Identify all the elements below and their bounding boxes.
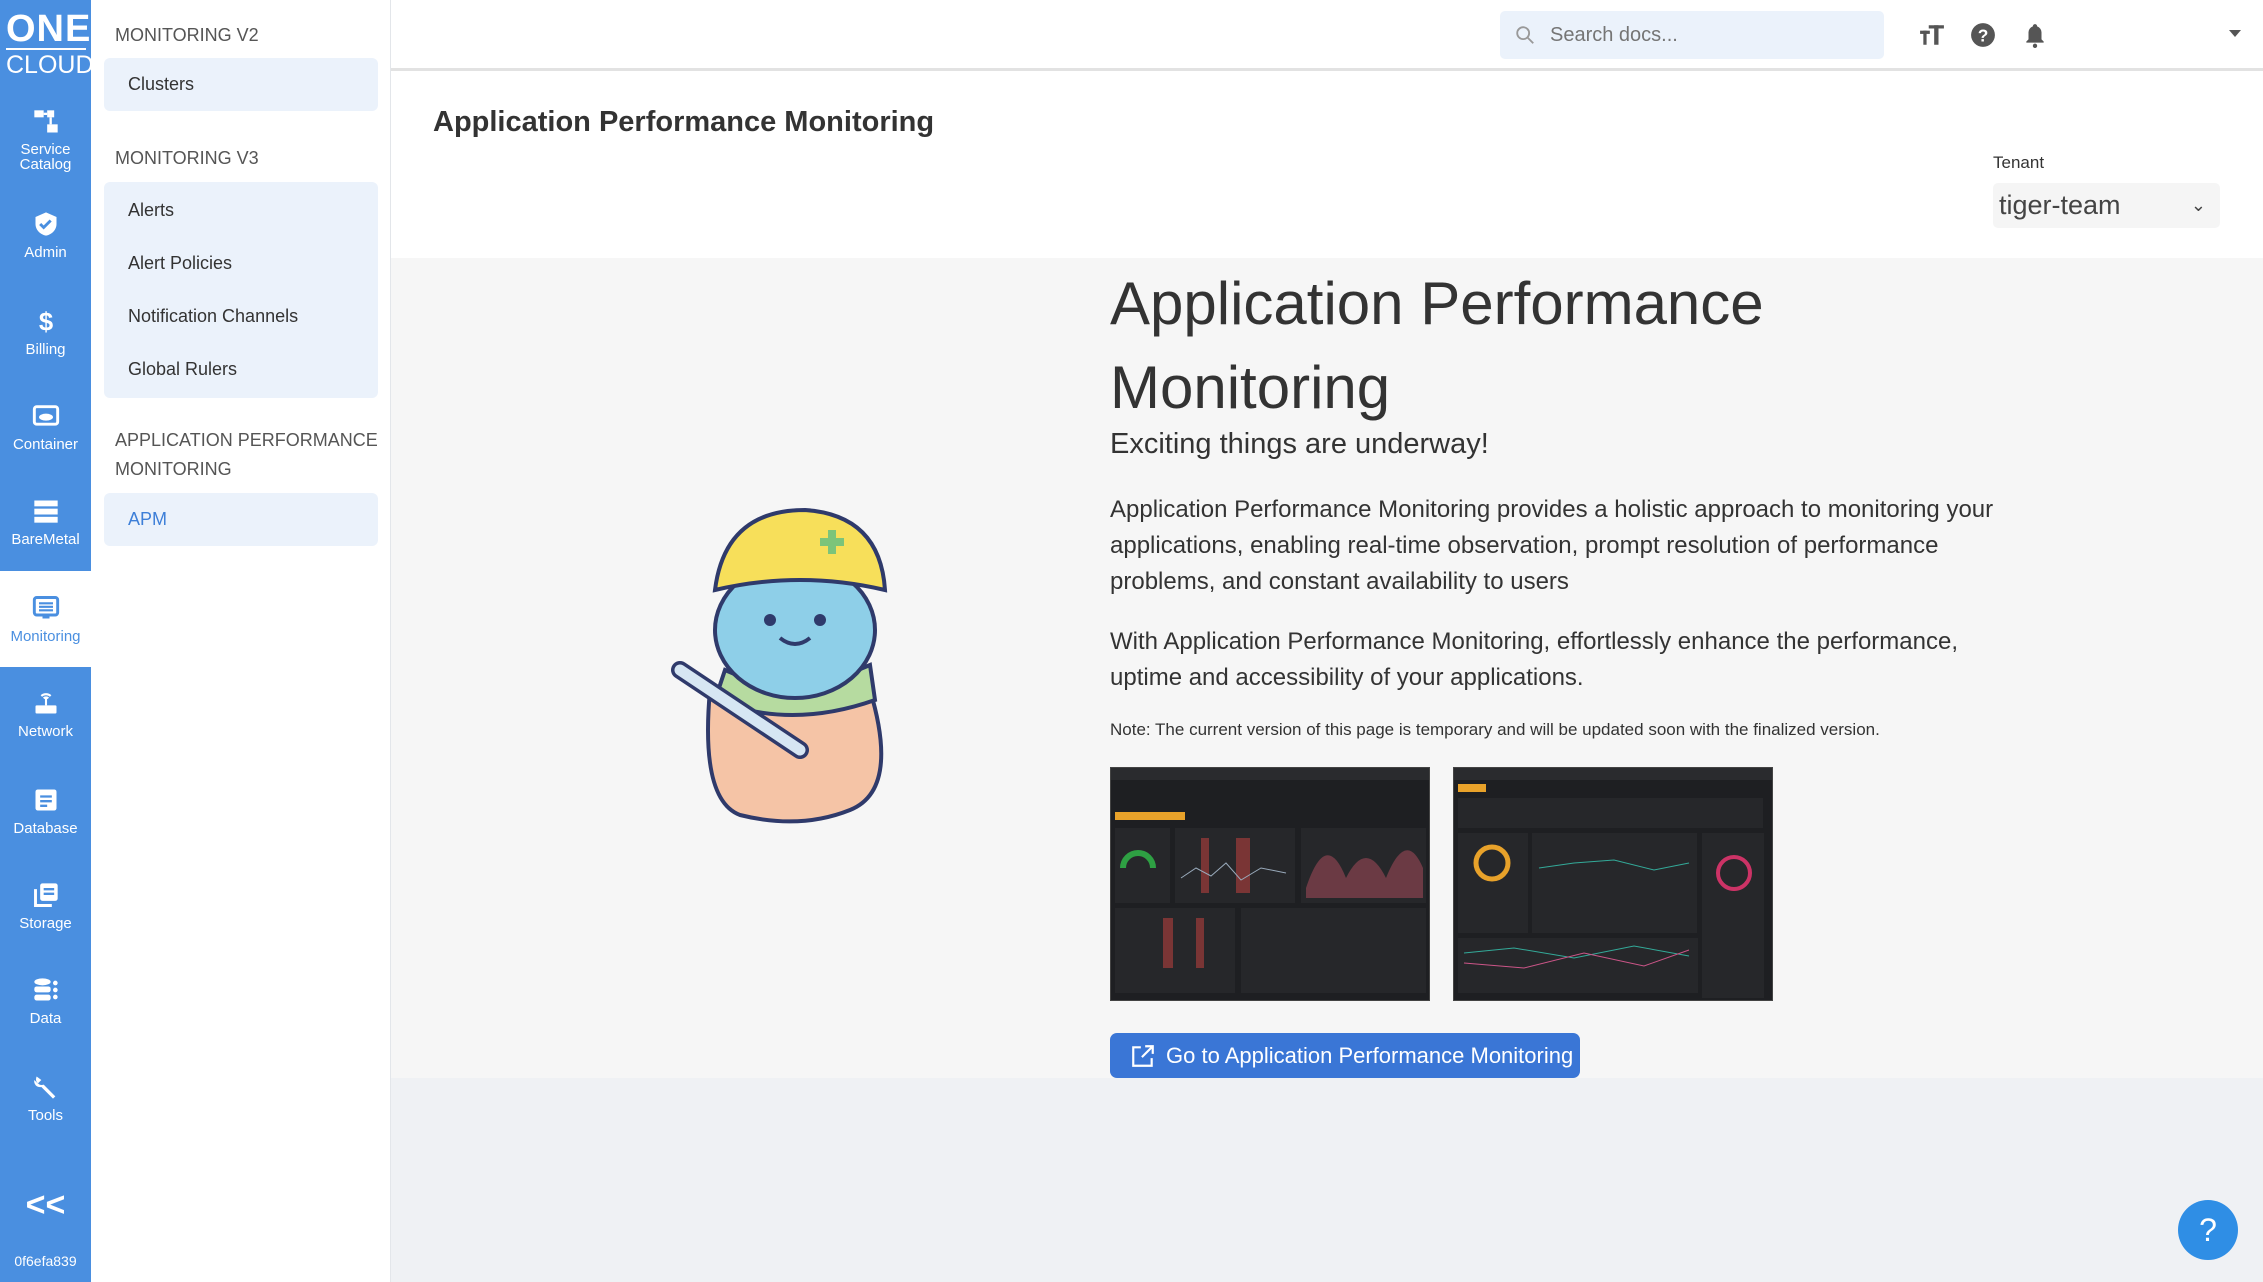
rail-item-baremetal[interactable]: BareMetal — [0, 474, 91, 570]
apm-dashboard-screenshot — [1110, 767, 1430, 1001]
build-id: 0f6efa839 — [14, 1253, 77, 1269]
database-icon — [33, 977, 58, 1000]
rail-label: Billing — [25, 340, 66, 358]
bell-icon[interactable] — [2022, 22, 2048, 48]
chevrons-left-icon: << — [25, 1185, 66, 1224]
menu-item-alerts[interactable]: Alerts — [104, 184, 378, 237]
rail-item-service-catalog[interactable]: Service Catalog — [0, 92, 91, 188]
cloud-box-icon — [32, 404, 59, 426]
hero-subheading: Exciting things are underway! — [1110, 428, 1489, 460]
menu-item-notification-channels[interactable]: Notification Channels — [104, 290, 378, 343]
document-icon — [35, 789, 56, 810]
submenu: MONITORING V2 Clusters MONITORING V3 Ale… — [91, 0, 391, 1282]
wrench-icon — [33, 1076, 55, 1099]
tenant-label: Tenant — [1993, 153, 2045, 172]
group-apm: APM — [104, 493, 378, 546]
temporary-note: Note: The current version of this page i… — [1110, 720, 1880, 739]
rail-label: Storage — [19, 914, 72, 932]
stack-icon — [33, 882, 58, 907]
rail-label: Service Catalog — [19, 141, 72, 173]
rail-item-tools[interactable]: Tools — [0, 1050, 91, 1146]
help-icon[interactable]: ? — [1970, 22, 1996, 48]
server-icon — [33, 500, 58, 523]
search-box[interactable] — [1500, 11, 1884, 59]
rail-item-billing[interactable]: $ Billing — [0, 284, 91, 380]
logo-bottom: CLOUD — [6, 51, 94, 79]
section-title: MONITORING V3 — [115, 148, 259, 168]
section-title: MONITORING V2 — [115, 25, 259, 45]
apm-dashboard-image — [1111, 768, 1429, 993]
svg-text:?: ? — [1978, 26, 1989, 46]
rail-label: Container — [12, 435, 79, 453]
rail-label: Tools — [27, 1106, 64, 1124]
home-dashboard-image — [1454, 768, 1772, 998]
hierarchy-icon — [33, 110, 58, 133]
menu-item-clusters[interactable]: Clusters — [104, 58, 378, 111]
group-monitoring-v2: Clusters — [104, 58, 378, 111]
group-monitoring-v3: Alerts Alert Policies Notification Chann… — [104, 182, 378, 398]
search-input[interactable] — [1550, 23, 1850, 47]
svg-text:$: $ — [38, 308, 52, 335]
rail-item-network[interactable]: Network — [0, 666, 91, 762]
top-header: ? — [391, 0, 2263, 71]
section-title: APPLICATION PERFORMANCE MONITORING — [115, 430, 378, 479]
description-paragraph: Application Performance Monitoring provi… — [1110, 496, 1994, 595]
user-menu-caret-icon[interactable] — [2229, 30, 2241, 38]
rail-item-admin[interactable]: Admin — [0, 187, 91, 283]
shield-check-icon — [35, 211, 56, 236]
monitor-icon — [32, 595, 59, 618]
external-link-icon — [1132, 1044, 1154, 1067]
menu-item-alert-policies[interactable]: Alert Policies — [104, 237, 378, 290]
text-size-icon[interactable] — [1919, 22, 1945, 48]
tenant-select[interactable]: tiger-team ⌄ — [1993, 183, 2220, 228]
dollar-icon: $ — [38, 308, 52, 335]
rail-label: BareMetal — [11, 530, 80, 548]
page-background — [391, 1078, 2263, 1282]
tenant-value: tiger-team — [1999, 190, 2121, 220]
go-to-apm-button[interactable]: Go to Application Performance Monitoring — [1110, 1033, 1580, 1078]
main-rail: ONE CLOUD Service Catalog Admin $ Billin… — [0, 0, 94, 1282]
search-icon — [1516, 26, 1534, 44]
rail-label: Monitoring — [10, 627, 81, 645]
rail-item-database[interactable]: Database — [0, 763, 91, 859]
menu-item-global-rulers[interactable]: Global Rulers — [104, 343, 378, 396]
rail-label: Admin — [24, 243, 67, 261]
onecloud-logo[interactable]: ONE CLOUD — [6, 8, 94, 79]
benefits-paragraph: With Application Performance Monitoring,… — [1110, 628, 1958, 691]
page-title: Application Performance Monitoring — [433, 106, 935, 138]
home-dashboard-screenshot — [1453, 767, 1773, 1001]
help-fab-button[interactable]: ? — [2178, 1200, 2238, 1260]
rail-label: Data — [29, 1009, 62, 1027]
rail-label: Database — [13, 819, 78, 837]
construction-mascot-illustration — [671, 507, 888, 824]
button-label: Go to Application Performance Monitoring — [1166, 1042, 1574, 1068]
hero-heading: Application Performance Monitoring — [1110, 270, 1764, 421]
rail-item-monitoring[interactable]: Monitoring — [0, 571, 91, 667]
menu-item-apm[interactable]: APM — [104, 493, 378, 546]
rail-item-storage[interactable]: Storage — [0, 858, 91, 954]
chevron-down-icon: ⌄ — [2190, 195, 2206, 215]
collapse-button[interactable]: << — [0, 1170, 91, 1240]
logo-top: ONE — [6, 8, 92, 50]
rail-item-data[interactable]: Data — [0, 953, 91, 1049]
rail-item-container[interactable]: Container — [0, 379, 91, 475]
rail-label: Network — [17, 722, 73, 740]
router-icon — [35, 692, 56, 713]
